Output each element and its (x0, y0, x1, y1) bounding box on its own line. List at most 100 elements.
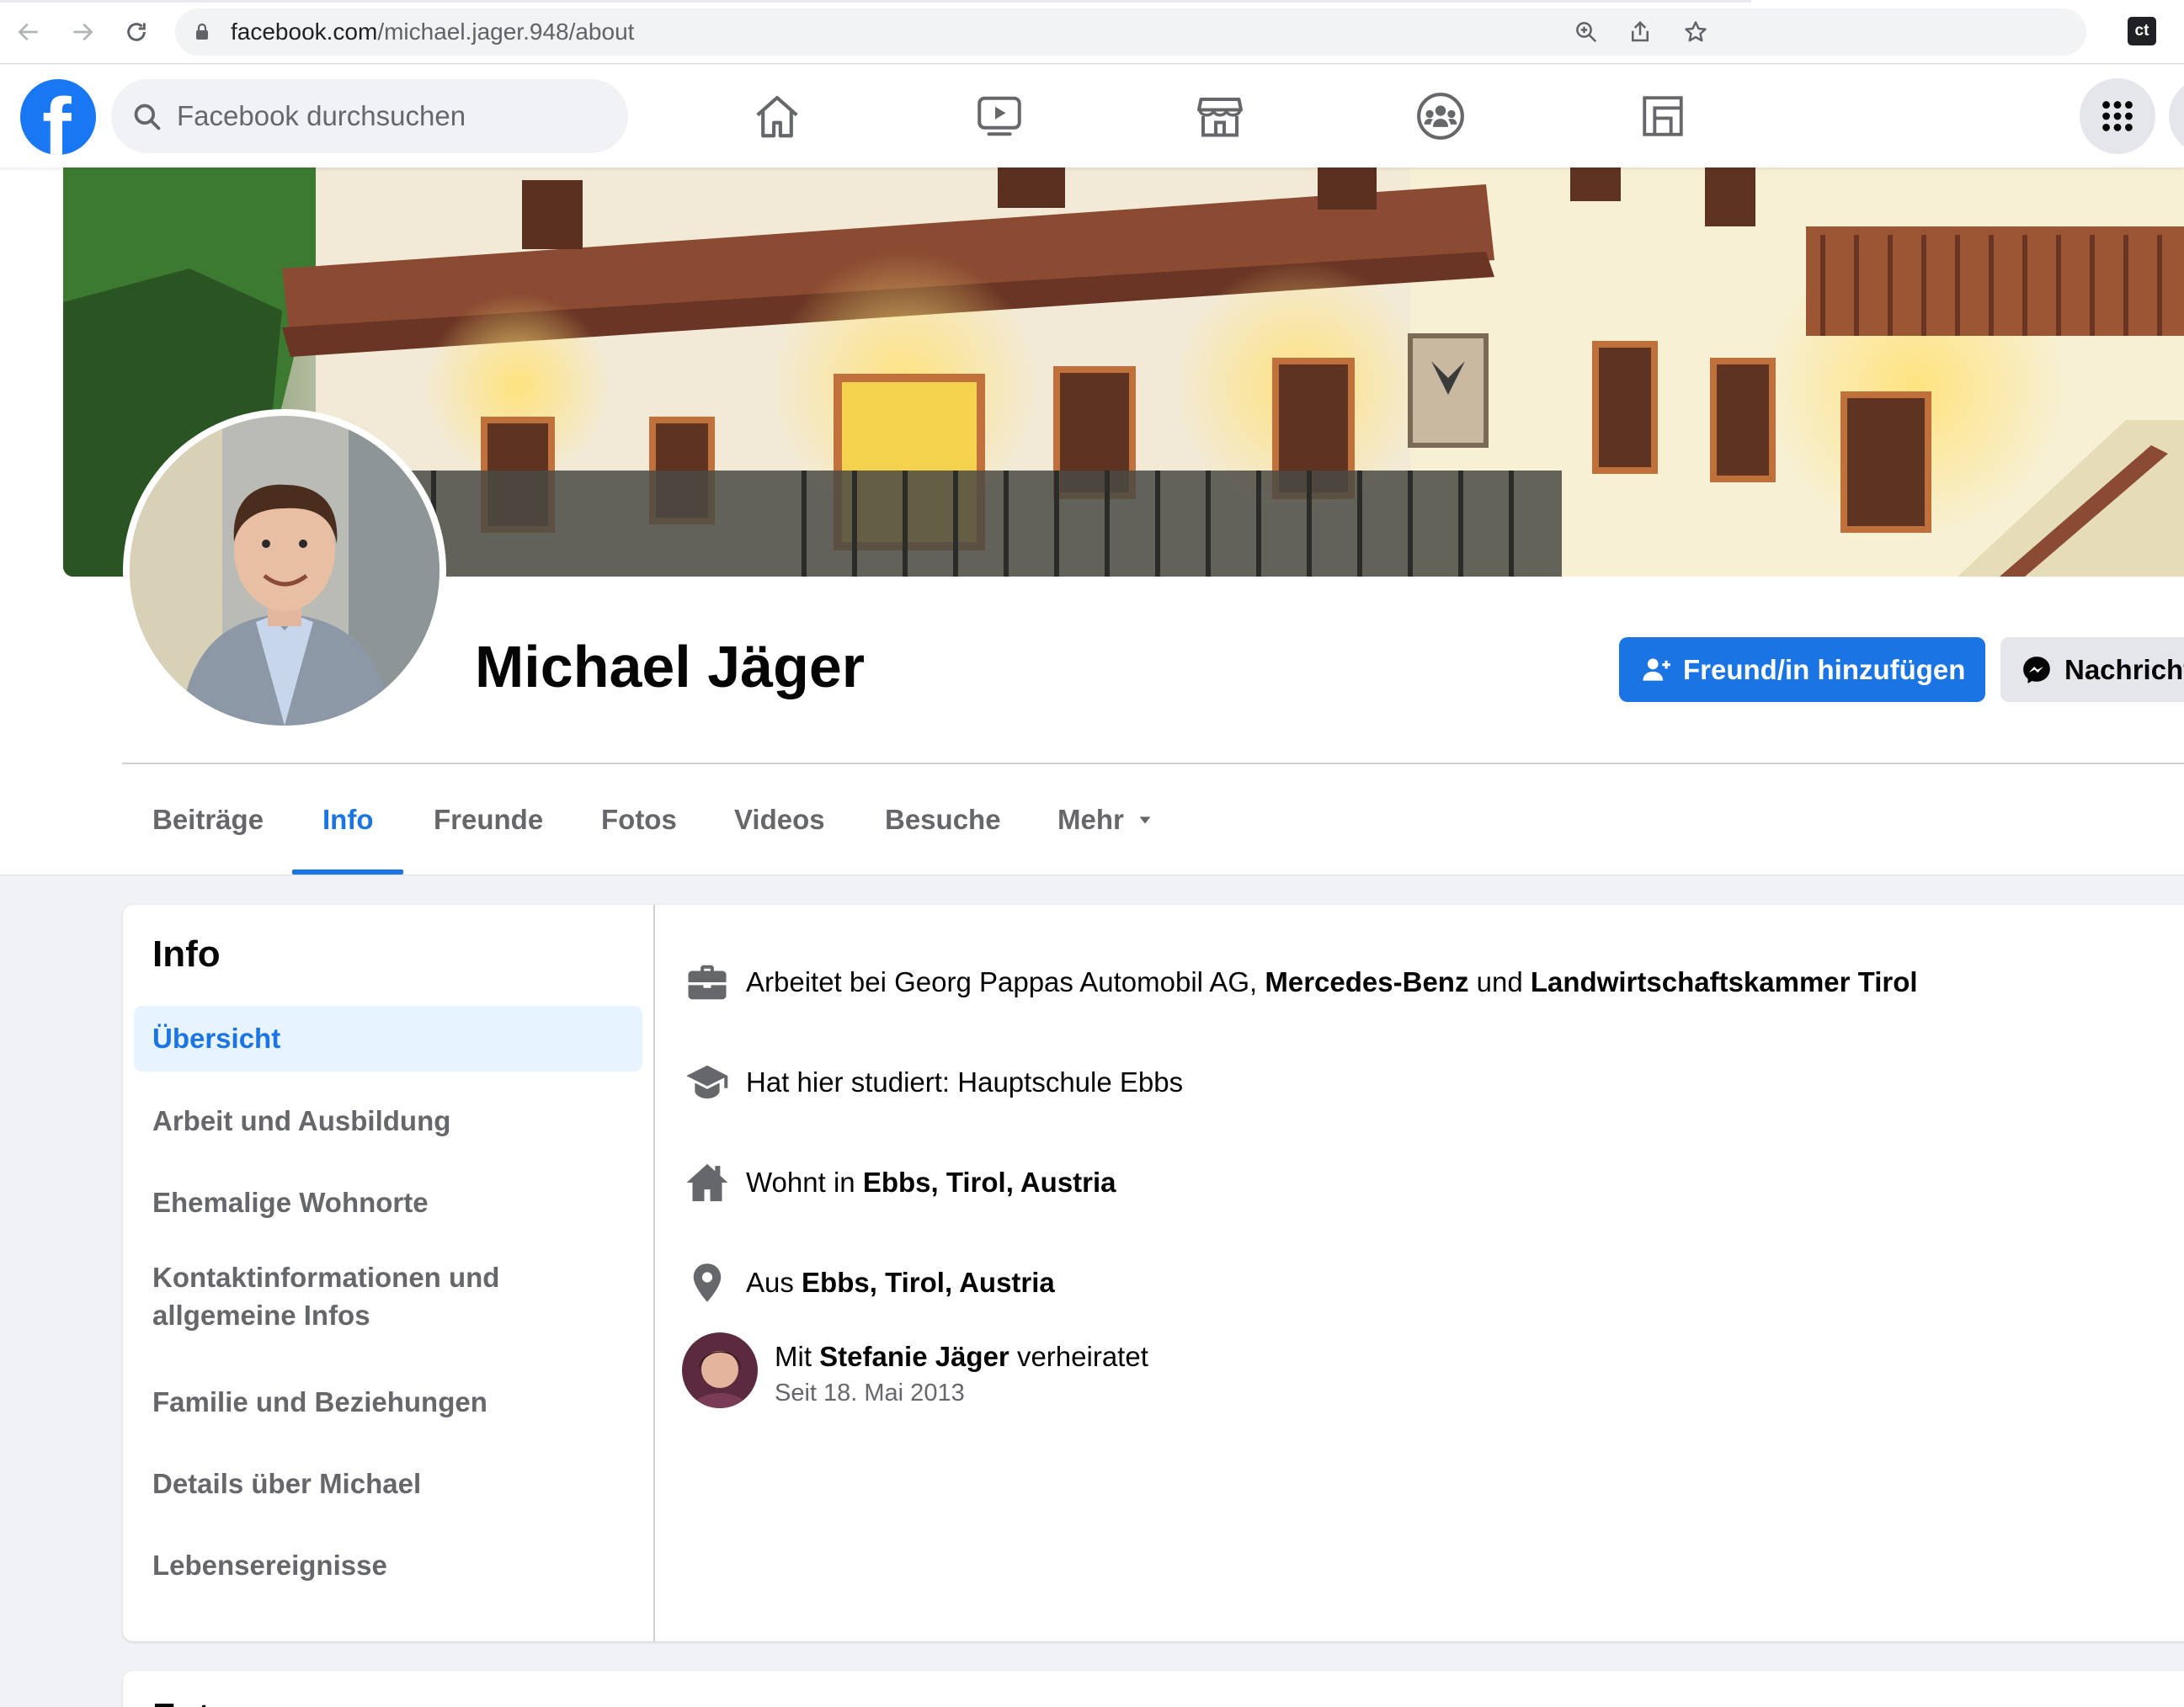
relationship-since: Seit 18. Mai 2013 (775, 1380, 965, 1407)
lock-icon (196, 23, 208, 40)
loading-bar (0, 0, 1751, 3)
tab-label: Fotos (601, 804, 677, 835)
tab-videos[interactable]: Videos (734, 765, 825, 875)
sidebar-item-arbeit[interactable]: Arbeit und Ausbildung (134, 1088, 642, 1154)
graduation-cap-icon (686, 1065, 728, 1099)
menu-button[interactable] (2080, 78, 2155, 154)
spouse-avatar-image (682, 1332, 758, 1408)
info-heading: Info (152, 933, 221, 975)
message-label: Nachricht (2064, 653, 2184, 685)
spouse-name-link[interactable]: Stefanie Jäger (819, 1341, 1009, 1372)
spouse-avatar[interactable] (682, 1332, 758, 1408)
sidebar-item-familie[interactable]: Familie und Beziehungen (134, 1369, 642, 1435)
relationship-text: Mit Stefanie Jäger verheiratet (775, 1341, 1148, 1373)
work-joiner: und (1468, 966, 1531, 997)
facebook-logo-letter: f (42, 81, 72, 155)
lives-text: Wohnt in Ebbs, Tirol, Austria (746, 1167, 1116, 1199)
relationship-suffix: verheiratet (1009, 1341, 1148, 1372)
nav-gaming[interactable] (1633, 87, 1692, 146)
add-friend-label: Freund/in hinzufügen (1683, 653, 1966, 685)
browser-toolbar: facebook.com/michael.jager.948/about ct (0, 0, 2184, 64)
tab-beitraege[interactable]: Beiträge (152, 765, 264, 875)
forward-button[interactable] (66, 15, 99, 49)
url-path: /michael.jager.948/about (377, 19, 635, 45)
sidebar-item-lebensereignisse[interactable]: Lebensereignisse (134, 1533, 642, 1598)
sidebar-item-label: Arbeit und Ausbildung (152, 1104, 451, 1136)
work-prefix: Arbeitet bei Georg Pappas Automobil AG, (746, 966, 1265, 997)
search-input[interactable] (177, 94, 598, 138)
message-button[interactable]: Nachricht (2000, 637, 2184, 702)
lives-prefix: Wohnt in (746, 1167, 863, 1198)
nav-groups[interactable] (1411, 87, 1470, 146)
search-icon (134, 104, 161, 130)
back-arrow-icon (18, 23, 38, 41)
photos-heading: Fotos (152, 1696, 253, 1707)
nav-marketplace[interactable] (1191, 87, 1249, 146)
sidebar-item-uebersicht[interactable]: Übersicht (134, 1006, 642, 1072)
nav-home[interactable] (748, 87, 807, 146)
work-row: Arbeitet bei Georg Pappas Automobil AG, … (682, 957, 1918, 1008)
sidebar-item-label: Ehemalige Wohnorte (152, 1186, 429, 1218)
share-icon (1632, 20, 1649, 42)
profile-name: Michael Jäger (475, 634, 865, 699)
from-row: Aus Ebbs, Tirol, Austria (682, 1258, 1055, 1308)
sidebar-item-wohnorte[interactable]: Ehemalige Wohnorte (134, 1170, 642, 1236)
sidebar-item-label: Familie und Beziehungen (152, 1385, 487, 1417)
extension-button[interactable]: ct (2128, 17, 2156, 45)
from-prefix: Aus (746, 1267, 802, 1298)
from-text: Aus Ebbs, Tirol, Austria (746, 1267, 1055, 1299)
tab-mehr[interactable]: Mehr (1057, 765, 1154, 875)
study-text: Hat hier studiert: Hauptschule Ebbs (746, 1066, 1184, 1098)
profile-header: Michael Jäger Freund/in hinzufügen Nachr… (0, 168, 2184, 875)
location-pin-icon (693, 1263, 722, 1302)
caret-down-icon (1139, 816, 1151, 824)
tab-info[interactable]: Info (291, 765, 405, 875)
bookmark-button[interactable] (1682, 19, 1709, 45)
url-domain: facebook.com (231, 19, 378, 45)
from-place-link[interactable]: Ebbs, Tirol, Austria (802, 1267, 1055, 1298)
tab-label: Besuche (885, 804, 1001, 835)
header-divider (122, 763, 2184, 764)
study-row: Hat hier studiert: Hauptschule Ebbs (682, 1057, 1183, 1108)
address-bar[interactable]: facebook.com/michael.jager.948/about (175, 8, 2086, 56)
work-text: Arbeitet bei Georg Pappas Automobil AG, … (746, 966, 1918, 998)
search-box[interactable] (111, 79, 628, 153)
messenger-button[interactable] (2169, 78, 2184, 154)
profile-picture-image (130, 416, 439, 726)
watch-icon (977, 96, 1021, 136)
tab-label: Videos (734, 804, 825, 835)
add-friend-button[interactable]: Freund/in hinzufügen (1619, 637, 1985, 702)
tab-fotos[interactable]: Fotos (601, 765, 677, 875)
photos-card: Fotos (123, 1671, 2184, 1707)
back-button[interactable] (12, 15, 45, 49)
reload-button[interactable] (120, 15, 153, 49)
groups-icon (1417, 93, 1464, 140)
tab-label: Info (322, 804, 374, 835)
nav-watch[interactable] (970, 87, 1029, 146)
gaming-icon (1643, 96, 1683, 136)
facebook-header: f (0, 65, 2184, 168)
lives-row: Wohnt in Ebbs, Tirol, Austria (682, 1157, 1116, 1208)
sidebar-item-details[interactable]: Details über Michael (134, 1451, 642, 1517)
forward-arrow-icon (73, 23, 93, 41)
zoom-button[interactable] (1573, 19, 1600, 45)
sidebar-item-kontakt[interactable]: Kontaktinformationen und allgemeine Info… (134, 1250, 642, 1344)
tab-besuche[interactable]: Besuche (885, 765, 1001, 875)
sidebar-item-label: Lebensereignisse (152, 1549, 387, 1581)
sidebar-item-label: Übersicht (152, 1022, 281, 1054)
add-friend-icon (1643, 658, 1670, 681)
profile-picture[interactable] (123, 409, 446, 732)
tab-freunde[interactable]: Freunde (434, 765, 543, 875)
sidebar-item-label: Details über Michael (152, 1467, 422, 1499)
facebook-logo[interactable]: f (20, 79, 96, 155)
share-button[interactable] (1627, 19, 1654, 45)
url-text[interactable]: facebook.com/michael.jager.948/about (231, 19, 634, 45)
info-card: Info Übersicht Arbeit und Ausbildung Ehe… (123, 905, 2184, 1641)
lives-place-link[interactable]: Ebbs, Tirol, Austria (863, 1167, 1116, 1198)
house-icon (686, 1163, 728, 1202)
tab-label: Freunde (434, 804, 544, 835)
sidebar-item-label: Kontaktinformationen und allgemeine Info… (152, 1262, 500, 1331)
work-employer-link[interactable]: Mercedes-Benz (1265, 966, 1468, 997)
work-employer-link[interactable]: Landwirtschaftskammer Tirol (1531, 966, 1918, 997)
messenger-icon (2023, 656, 2050, 683)
